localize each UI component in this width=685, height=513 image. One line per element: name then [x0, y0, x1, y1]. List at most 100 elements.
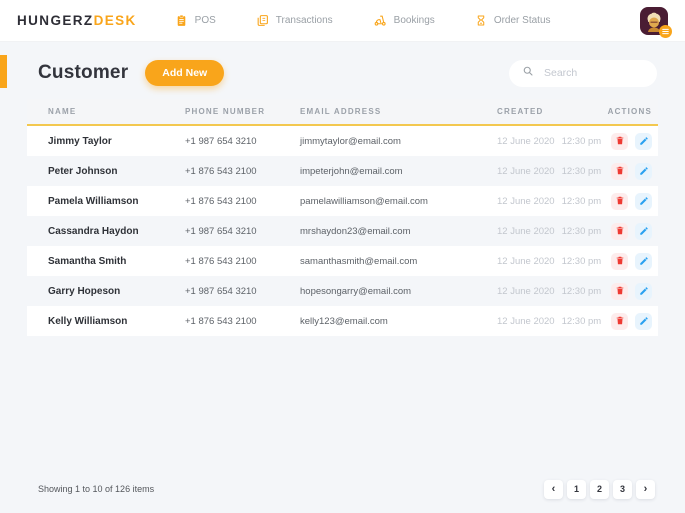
customer-email: impeterjohn@email.com [300, 165, 403, 177]
nav-item-transactions[interactable]: Transactions [256, 14, 333, 27]
created-date: 12 June 2020 [497, 225, 555, 237]
row-actions [610, 222, 652, 240]
customer-name: Samantha Smith [48, 255, 127, 267]
customer-name: Pamela Williamson [48, 195, 139, 207]
created-date: 12 June 2020 [497, 195, 555, 207]
row-actions [610, 132, 652, 150]
customer-created: 12 June 2020 12:30 pm [497, 166, 610, 177]
search-input[interactable] [544, 67, 644, 79]
avatar-menu-badge[interactable] [659, 24, 672, 38]
customer-phone: +1 876 543 2100 [185, 315, 257, 327]
trash-icon [615, 314, 625, 329]
table-row: Samantha Smith +1 876 543 2100 samanthas… [27, 246, 658, 276]
table-row: Cassandra Haydon +1 987 654 3210 mrshayd… [27, 216, 658, 246]
customer-created: 12 June 2020 12:30 pm [497, 226, 610, 237]
table-footer: Showing 1 to 10 of 126 items ‹ 1 2 3 › [0, 479, 685, 499]
edit-button[interactable] [635, 162, 652, 180]
customer-phone: +1 987 654 3210 [185, 225, 257, 237]
row-actions [610, 282, 652, 300]
pagination-page-1[interactable]: 1 [567, 479, 586, 499]
customer-phone: +1 876 543 2100 [185, 195, 257, 207]
delete-button[interactable] [611, 252, 628, 270]
row-actions [610, 252, 652, 270]
created-date: 12 June 2020 [497, 135, 555, 147]
page-accent-bar [0, 55, 7, 88]
customer-created: 12 June 2020 12:30 pm [497, 316, 610, 327]
delete-button[interactable] [611, 282, 628, 300]
customer-phone: +1 987 654 3210 [185, 135, 257, 147]
pencil-icon [639, 194, 649, 209]
nav-item-label: Transactions [275, 15, 333, 26]
trash-icon [615, 224, 625, 239]
created-time: 12:30 pm [561, 225, 602, 237]
customer-name: Peter Johnson [48, 165, 118, 177]
transactions-pages-icon [256, 14, 269, 27]
customer-table: NAME PHONE NUMBER EMAIL ADDRESS CREATED … [27, 99, 658, 336]
pencil-icon [639, 314, 649, 329]
customer-phone: +1 876 543 2100 [185, 165, 257, 177]
pagination-prev-button[interactable]: ‹ [544, 479, 563, 499]
trash-icon [615, 284, 625, 299]
table-row: Kelly Williamson +1 876 543 2100 kelly12… [27, 306, 658, 336]
search-box[interactable] [509, 59, 657, 87]
trash-icon [615, 254, 625, 269]
column-header-name: NAME [48, 107, 77, 116]
user-avatar[interactable] [640, 6, 672, 38]
pencil-icon [639, 254, 649, 269]
customer-phone: +1 987 654 3210 [185, 285, 257, 297]
customer-created: 12 June 2020 12:30 pm [497, 256, 610, 267]
created-time: 12:30 pm [561, 135, 602, 147]
column-header-phone: PHONE NUMBER [185, 107, 266, 116]
customer-email: mrshaydon23@email.com [300, 225, 411, 237]
nav-item-pos[interactable]: POS [175, 14, 216, 27]
page-header: Customer Add New [0, 56, 685, 90]
nav-item-label: Order Status [493, 15, 551, 26]
bookings-scooter-icon [373, 14, 387, 27]
app-window: HUNGERZDESK POS Transactions Bookings Or… [0, 0, 685, 513]
created-time: 12:30 pm [561, 195, 602, 207]
pencil-icon [639, 224, 649, 239]
customer-email: jimmytaylor@email.com [300, 135, 401, 147]
edit-button[interactable] [635, 132, 652, 150]
delete-button[interactable] [611, 192, 628, 210]
edit-button[interactable] [635, 252, 652, 270]
row-actions [610, 312, 652, 330]
created-date: 12 June 2020 [497, 255, 555, 267]
top-navbar: HUNGERZDESK POS Transactions Bookings Or… [0, 0, 685, 42]
column-header-actions: ACTIONS [607, 107, 652, 116]
main-nav: POS Transactions Bookings Order Status [175, 14, 551, 27]
edit-button[interactable] [635, 282, 652, 300]
nav-item-order-status[interactable]: Order Status [475, 14, 551, 27]
table-row: Jimmy Taylor +1 987 654 3210 jimmytaylor… [27, 126, 658, 156]
row-actions [610, 162, 652, 180]
edit-button[interactable] [635, 192, 652, 210]
nav-item-bookings[interactable]: Bookings [373, 14, 435, 27]
customer-phone: +1 876 543 2100 [185, 255, 257, 267]
customer-name: Cassandra Haydon [48, 225, 139, 237]
results-summary: Showing 1 to 10 of 126 items [38, 484, 155, 494]
pagination-page-3[interactable]: 3 [613, 479, 632, 499]
table-row: Pamela Williamson +1 876 543 2100 pamela… [27, 186, 658, 216]
pagination-next-button[interactable]: › [636, 479, 655, 499]
customer-created: 12 June 2020 12:30 pm [497, 286, 610, 297]
pagination-page-2[interactable]: 2 [590, 479, 609, 499]
created-date: 12 June 2020 [497, 315, 555, 327]
table-row: Garry Hopeson +1 987 654 3210 hopesongar… [27, 276, 658, 306]
delete-button[interactable] [611, 222, 628, 240]
row-actions [610, 192, 652, 210]
created-time: 12:30 pm [561, 315, 602, 327]
table-body: Jimmy Taylor +1 987 654 3210 jimmytaylor… [27, 126, 658, 336]
add-new-button[interactable]: Add New [145, 60, 225, 86]
delete-button[interactable] [611, 312, 628, 330]
customer-email: kelly123@email.com [300, 315, 388, 327]
created-time: 12:30 pm [561, 165, 602, 177]
pencil-icon [639, 164, 649, 179]
edit-button[interactable] [635, 312, 652, 330]
trash-icon [615, 194, 625, 209]
edit-button[interactable] [635, 222, 652, 240]
created-date: 12 June 2020 [497, 165, 555, 177]
delete-button[interactable] [611, 132, 628, 150]
column-header-email: EMAIL ADDRESS [300, 107, 382, 116]
delete-button[interactable] [611, 162, 628, 180]
nav-item-label: Bookings [393, 15, 435, 26]
